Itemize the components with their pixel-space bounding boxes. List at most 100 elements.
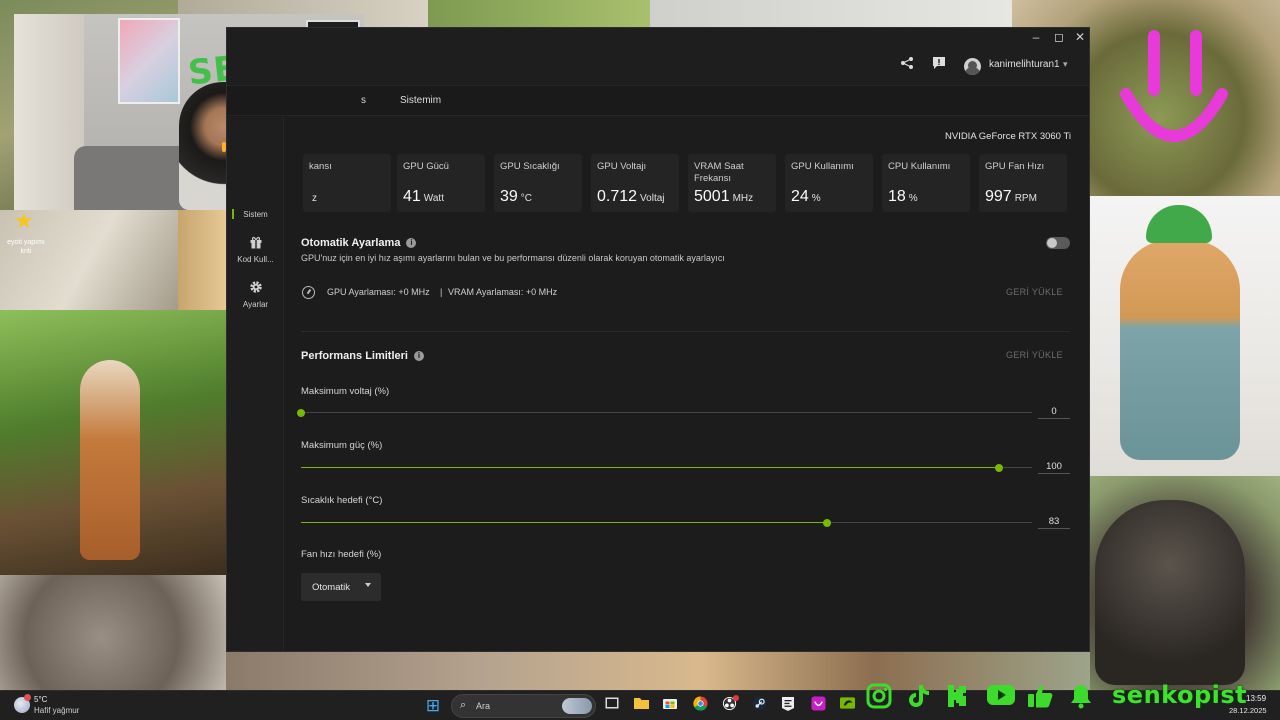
share-icon[interactable] — [897, 56, 917, 76]
tab-bar: s Sistemim — [227, 86, 1089, 116]
collage-photo-monkey — [0, 575, 226, 690]
clock-date[interactable]: 28.12.2025 — [1229, 706, 1267, 715]
nvidia-app-window: – ◻ ✕ kanimelihturan1 ▾ s Sistemim Siste… — [226, 27, 1090, 652]
weather-description[interactable]: Hafif yağmur — [34, 706, 79, 715]
feedback-icon[interactable] — [929, 56, 949, 76]
stat-label: kansı — [309, 161, 332, 172]
stat-value: 41 — [403, 188, 421, 205]
performance-limits-title-text: Performans Limitleri — [301, 350, 408, 362]
user-avatar[interactable] — [964, 58, 981, 75]
maximize-button[interactable]: ◻ — [1048, 29, 1070, 45]
epic-games-icon[interactable] — [778, 696, 798, 716]
divider — [301, 331, 1070, 332]
close-button[interactable]: ✕ — [1069, 29, 1089, 45]
auto-tuning-reset-button[interactable]: GERİ YÜKLE — [1006, 287, 1063, 297]
cat-figure — [1120, 240, 1240, 460]
search-highlight-art — [562, 698, 592, 714]
auto-tuning-toggle[interactable] — [1046, 237, 1070, 249]
search-placeholder: Ara — [476, 701, 491, 711]
channel-brand: senkopist — [1112, 681, 1248, 709]
collage-photo — [650, 0, 1012, 30]
stat-value: 5001 — [694, 188, 730, 205]
tab-sistemim[interactable]: Sistemim — [400, 95, 441, 106]
limits-reset-button[interactable]: GERİ YÜKLE — [1006, 350, 1063, 360]
chrome-icon[interactable] — [690, 696, 710, 716]
chevron-down-icon[interactable]: ▾ — [1063, 59, 1068, 70]
stat-unit: MHz — [732, 193, 754, 204]
temperature-slider[interactable] — [301, 518, 1032, 527]
fan-target-label: Fan hızı hedefi (%) — [301, 549, 382, 560]
stat-tile: CPU Kullanımı 18% — [882, 154, 970, 212]
bell-icon — [1069, 683, 1093, 713]
stat-label: GPU Kullanımı — [791, 161, 854, 172]
sidebar-item-ayarlar[interactable]: Ayarlar — [227, 280, 284, 309]
stat-label: GPU Sıcaklığı — [500, 161, 560, 172]
notification-badge — [24, 694, 31, 701]
user-name[interactable]: kanimelihturan1 — [989, 59, 1060, 70]
task-view-icon[interactable] — [602, 696, 622, 716]
slider-fill — [301, 467, 1000, 468]
stat-label: GPU Gücü — [403, 161, 449, 172]
slider-handle[interactable] — [823, 518, 832, 527]
info-icon[interactable]: i — [406, 238, 417, 248]
minimize-button[interactable]: – — [1025, 29, 1047, 45]
cam-couch — [74, 146, 194, 210]
stat-unit: % — [908, 193, 918, 204]
youtube-icon — [986, 683, 1016, 713]
performance-limits-title: Performans Limitleri i — [301, 350, 424, 362]
stat-tile: GPU Gücü 41 Watt — [397, 154, 485, 212]
stat-value: 39 — [500, 188, 518, 205]
stat-tile: GPU Voltajı 0.712 Voltaj — [591, 154, 679, 212]
stat-unit: Watt — [423, 193, 444, 204]
game-app-icon[interactable] — [808, 696, 828, 716]
voltage-slider[interactable] — [297, 408, 1032, 417]
avatar-star-icon: ★ — [14, 208, 34, 233]
nvidia-app-icon[interactable] — [837, 696, 857, 716]
obs-recording-badge — [733, 695, 739, 701]
stat-value: 997 — [985, 188, 1012, 205]
slider-handle[interactable] — [995, 463, 1004, 472]
sidebar-item-kod-kullan[interactable]: Kod Kull... — [227, 235, 284, 264]
stat-tile: GPU Kullanımı 24% — [785, 154, 873, 212]
collage-photo — [428, 0, 650, 30]
avatar-caption: eyoti yapımı kriti — [7, 239, 45, 255]
gpu-model-name: NVIDIA GeForce RTX 3060 Ti — [944, 131, 1071, 142]
file-explorer-icon[interactable] — [631, 696, 651, 716]
kick-icon — [946, 683, 970, 713]
slider-handle[interactable] — [297, 408, 305, 417]
fan-target-dropdown[interactable]: Otomatik — [301, 573, 381, 601]
stat-label: GPU Voltajı — [597, 161, 647, 172]
power-slider[interactable] — [301, 463, 1032, 472]
thumbs-up-icon — [1026, 683, 1054, 713]
fan-target-selected: Otomatik — [312, 582, 351, 593]
voltage-value[interactable]: 0 — [1038, 405, 1070, 419]
stat-label: CPU Kullanımı — [888, 161, 951, 172]
weather-temperature[interactable]: 5°C — [34, 695, 47, 704]
slider-fill — [301, 522, 828, 523]
stat-unit: % — [811, 193, 821, 204]
instagram-icon — [866, 683, 892, 713]
temperature-value[interactable]: 83 — [1038, 515, 1070, 529]
power-slider-label: Maksimum güç (%) — [301, 440, 383, 451]
steam-icon[interactable] — [749, 696, 769, 716]
start-button[interactable]: ⊞ — [423, 696, 443, 716]
taskbar-search[interactable]: ⌕ Ara — [451, 694, 596, 718]
stat-label: VRAM Saat Frekansı — [694, 161, 744, 184]
voltage-slider-label: Maksimum voltaj (%) — [301, 386, 390, 397]
clock-time[interactable]: 13:59 — [1246, 694, 1266, 703]
tuning-panel: Otomatik Ayarlama i GPU'nuz için en iyi h… — [284, 214, 1070, 651]
squirrel-figure — [80, 360, 140, 560]
stat-value: 0.712 — [597, 188, 638, 205]
stat-unit: z — [312, 193, 317, 204]
tab-performance[interactable]: s — [361, 95, 366, 106]
auto-tuning-title: Otomatik Ayarlama i — [301, 237, 417, 249]
speedometer-icon — [302, 286, 315, 299]
gpu-offset-text: GPU Ayarlaması: +0 MHz — [327, 287, 430, 297]
info-icon[interactable]: i — [413, 351, 424, 361]
stat-tile: GPU Fan Hızı 997 RPM — [979, 154, 1067, 212]
stat-tile: kansı z — [303, 154, 391, 212]
stat-unit: Voltaj — [640, 193, 665, 204]
gear-icon — [227, 280, 284, 298]
power-value[interactable]: 100 — [1038, 460, 1070, 474]
store-icon[interactable] — [660, 696, 680, 716]
